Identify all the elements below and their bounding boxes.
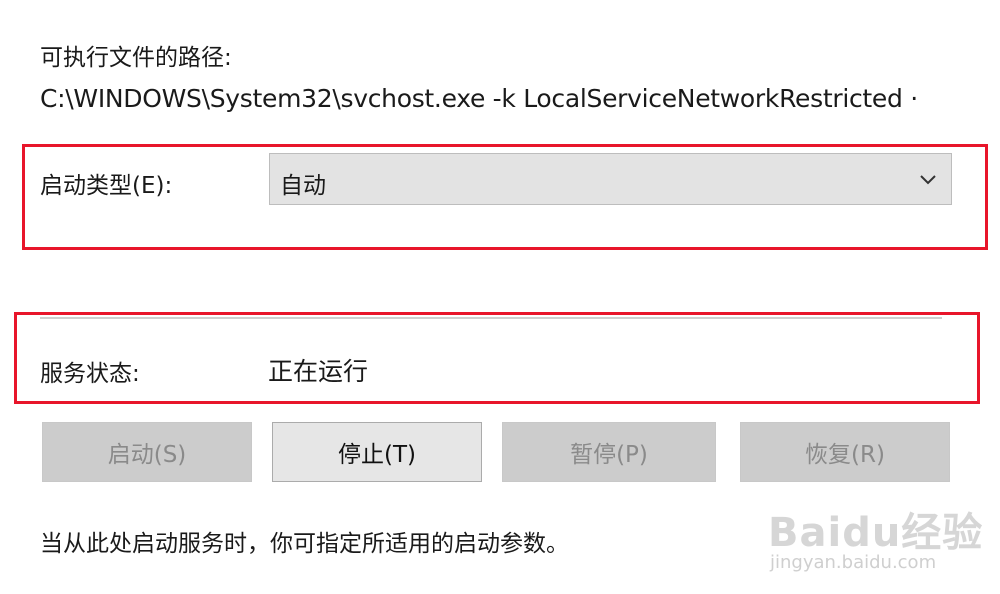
baidu-watermark: Baidu经验 xyxy=(768,510,984,556)
executable-path-label: 可执行文件的路径: xyxy=(40,45,232,71)
start-button[interactable]: 启动(S) xyxy=(42,422,252,482)
startup-type-select[interactable]: 自动 xyxy=(269,153,952,205)
startup-parameters-hint: 当从此处启动服务时，你可指定所适用的启动参数。 xyxy=(40,531,569,557)
service-status-value: 正在运行 xyxy=(268,357,369,386)
chevron-down-icon xyxy=(920,175,936,185)
highlight-box-status xyxy=(14,312,980,404)
startup-type-label: 启动类型(E): xyxy=(40,173,173,199)
pause-button[interactable]: 暂停(P) xyxy=(502,422,716,482)
baidu-watermark-url: jingyan.baidu.com xyxy=(770,552,937,573)
stop-button[interactable]: 停止(T) xyxy=(272,422,482,482)
resume-button[interactable]: 恢复(R) xyxy=(740,422,950,482)
service-status-label: 服务状态: xyxy=(40,361,140,387)
startup-type-value: 自动 xyxy=(280,173,326,199)
executable-path-value: C:\WINDOWS\System32\svchost.exe -k Local… xyxy=(40,84,918,113)
